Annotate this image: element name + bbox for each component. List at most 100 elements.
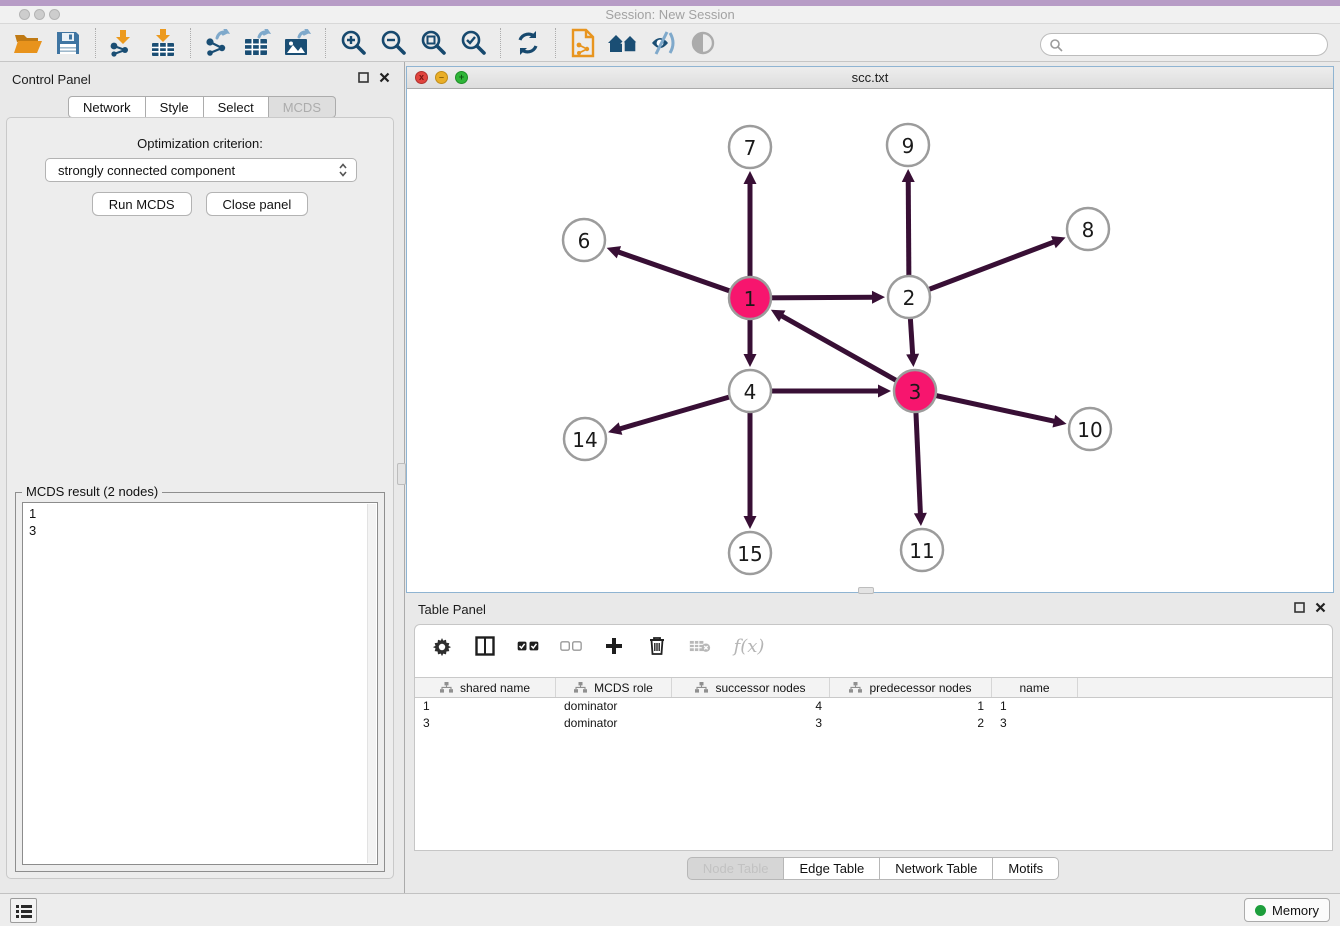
graph-node-14[interactable]: 14 — [564, 418, 606, 460]
mcds-result-line: 3 — [29, 522, 371, 539]
save-session-icon[interactable] — [51, 26, 85, 60]
table-panel-title: Table Panel — [418, 602, 486, 617]
tab-network[interactable]: Network — [68, 96, 146, 118]
graph-node-7[interactable]: 7 — [729, 126, 771, 168]
graph-node-15[interactable]: 15 — [729, 532, 771, 574]
column-hierarchy-icon — [695, 682, 708, 693]
mcds-panel: Optimization criterion: strongly connect… — [6, 117, 394, 879]
delete-table-icon[interactable] — [689, 635, 711, 657]
criterion-dropdown-value: strongly connected component — [58, 163, 235, 178]
open-network-file-icon[interactable] — [566, 26, 600, 60]
cell-mcds-role: dominator — [556, 715, 672, 732]
control-panel: Control Panel Network Style Select MCDS … — [0, 62, 405, 893]
tab-select[interactable]: Select — [204, 96, 269, 118]
graph-node-6[interactable]: 6 — [563, 219, 605, 261]
titlebar-accent-strip — [0, 0, 1340, 6]
select-all-icon[interactable] — [517, 635, 539, 657]
close-panel-icon[interactable] — [379, 72, 390, 83]
graph-node-4[interactable]: 4 — [729, 370, 771, 412]
open-session-icon[interactable] — [11, 26, 45, 60]
graph-node-9[interactable]: 9 — [887, 124, 929, 166]
network-view-window: x – + scc.txt 7 9 6 8 1 2 4 3 14 10 15 11 — [406, 66, 1334, 593]
float-panel-icon[interactable] — [1294, 602, 1305, 613]
hide-graphics-details-icon[interactable] — [646, 26, 680, 60]
export-image-icon[interactable] — [281, 26, 315, 60]
deselect-all-icon[interactable] — [560, 635, 582, 657]
refresh-view-icon[interactable] — [511, 26, 545, 60]
table-toolbar: f(x) — [415, 625, 1332, 667]
graph-node-11[interactable]: 11 — [901, 529, 943, 571]
mcds-result-list[interactable]: 1 3 — [22, 502, 378, 865]
tab-network-table[interactable]: Network Table — [880, 857, 993, 880]
import-table-from-file-icon[interactable] — [146, 26, 180, 60]
zoom-in-icon[interactable] — [336, 26, 370, 60]
function-builder-icon: f(x) — [732, 635, 766, 657]
app-titlebar: Session: New Session — [0, 0, 1340, 24]
zoom-selected-region-icon[interactable] — [456, 26, 490, 60]
toolbar-separator — [325, 28, 326, 58]
mcds-result-line: 1 — [29, 505, 371, 522]
criterion-dropdown[interactable]: strongly connected component — [45, 158, 357, 182]
table-row[interactable]: 1 dominator 4 1 1 — [415, 698, 1332, 715]
tab-edge-table[interactable]: Edge Table — [784, 857, 880, 880]
graph-node-3[interactable]: 3 — [894, 370, 936, 412]
optimization-criterion-label: Optimization criterion: — [7, 136, 393, 151]
table-row[interactable]: 3 dominator 3 2 3 — [415, 715, 1332, 732]
svg-text:4: 4 — [744, 380, 757, 404]
tab-mcds[interactable]: MCDS — [269, 96, 336, 118]
add-column-icon[interactable] — [603, 635, 625, 657]
mcds-result-fieldset: MCDS result (2 nodes) 1 3 — [15, 492, 385, 872]
graph-edge-3-10[interactable] — [915, 391, 1067, 428]
svg-text:6: 6 — [578, 229, 591, 253]
home-icon[interactable] — [606, 26, 640, 60]
column-header-shared-name[interactable]: shared name — [415, 678, 556, 697]
graph-edge-1-6[interactable] — [607, 246, 750, 298]
column-header-name[interactable]: name — [992, 678, 1078, 697]
result-scrollbar[interactable] — [367, 504, 376, 863]
cell-predecessor-nodes: 2 — [830, 715, 992, 732]
search-input[interactable] — [1063, 38, 1313, 52]
graph-edge-3-1[interactable] — [771, 310, 915, 391]
cell-successor-nodes: 3 — [672, 715, 830, 732]
vertical-splitter-grip[interactable] — [397, 463, 406, 485]
close-panel-button[interactable]: Close panel — [206, 192, 309, 216]
tab-motifs[interactable]: Motifs — [993, 857, 1059, 880]
graph-edge-2-8[interactable] — [909, 236, 1066, 297]
zoom-fit-content-icon[interactable] — [416, 26, 450, 60]
float-panel-icon[interactable] — [358, 72, 369, 83]
memory-status-icon — [1255, 905, 1266, 916]
column-header-predecessor-nodes[interactable]: predecessor nodes — [830, 678, 992, 697]
tab-node-table[interactable]: Node Table — [687, 857, 785, 880]
graph-node-10[interactable]: 10 — [1069, 408, 1111, 450]
import-network-from-file-icon[interactable] — [106, 26, 140, 60]
export-table-icon[interactable] — [241, 26, 275, 60]
column-header-mcds-role[interactable]: MCDS role — [556, 678, 672, 697]
graph-node-2[interactable]: 2 — [888, 276, 930, 318]
zoom-out-icon[interactable] — [376, 26, 410, 60]
column-header-successor-nodes[interactable]: successor nodes — [672, 678, 830, 697]
graph-node-8[interactable]: 8 — [1067, 208, 1109, 250]
cell-name: 1 — [992, 698, 1078, 715]
search-box[interactable] — [1040, 33, 1328, 56]
control-panel-title: Control Panel — [12, 72, 91, 87]
horizontal-splitter-grip[interactable] — [858, 587, 874, 594]
close-panel-icon[interactable] — [1315, 602, 1326, 613]
show-column-panel-icon[interactable] — [474, 635, 496, 657]
show-graphics-details-icon[interactable] — [686, 26, 720, 60]
graph-edge-4-14[interactable] — [608, 391, 750, 435]
table-settings-icon[interactable] — [431, 635, 453, 657]
svg-text:9: 9 — [902, 134, 915, 158]
network-window-titlebar[interactable]: x – + scc.txt — [407, 67, 1333, 89]
export-network-icon[interactable] — [201, 26, 235, 60]
graph-node-1[interactable]: 1 — [729, 277, 771, 319]
node-table: shared name MCDS role successor nodes pr… — [415, 677, 1332, 850]
task-history-button[interactable] — [10, 898, 37, 923]
network-canvas[interactable]: 7 9 6 8 1 2 4 3 14 10 15 11 — [407, 89, 1333, 592]
memory-button[interactable]: Memory — [1244, 898, 1330, 922]
tab-style[interactable]: Style — [146, 96, 204, 118]
cell-shared-name: 3 — [415, 715, 556, 732]
toolbar-separator — [555, 28, 556, 58]
delete-column-icon[interactable] — [646, 635, 668, 657]
run-mcds-button[interactable]: Run MCDS — [92, 192, 192, 216]
table-panel: Table Panel — [406, 596, 1340, 893]
